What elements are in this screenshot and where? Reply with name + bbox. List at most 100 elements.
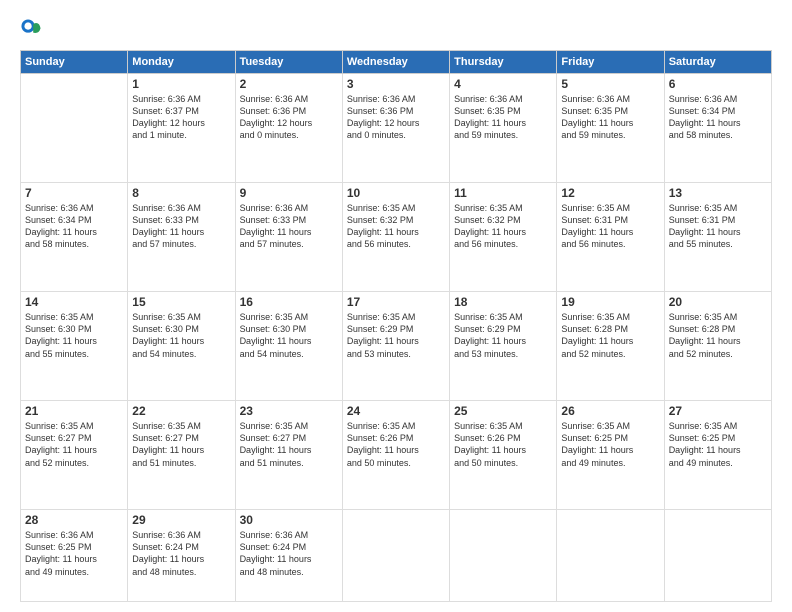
week-row-1: 7 Sunrise: 6:36 AM Sunset: 6:34 PM Daylig… xyxy=(21,183,772,292)
day-cell: 20 Sunrise: 6:35 AM Sunset: 6:28 PM Dayli… xyxy=(664,292,771,401)
day-number: 5 xyxy=(561,77,659,91)
day-info: Sunrise: 6:35 AM Sunset: 6:25 PM Dayligh… xyxy=(561,420,659,469)
day-info: Sunrise: 6:35 AM Sunset: 6:31 PM Dayligh… xyxy=(669,202,767,251)
day-cell: 17 Sunrise: 6:35 AM Sunset: 6:29 PM Dayli… xyxy=(342,292,449,401)
day-cell: 2Sunrise: 6:36 AM Sunset: 6:36 PM Daylig… xyxy=(235,74,342,183)
day-number: 8 xyxy=(132,186,230,200)
header-sunday: Sunday xyxy=(21,51,128,74)
header-wednesday: Wednesday xyxy=(342,51,449,74)
day-info: Sunrise: 6:35 AM Sunset: 6:25 PM Dayligh… xyxy=(669,420,767,469)
day-cell: 29 Sunrise: 6:36 AM Sunset: 6:24 PM Dayli… xyxy=(128,510,235,602)
header-tuesday: Tuesday xyxy=(235,51,342,74)
day-info: Sunrise: 6:35 AM Sunset: 6:32 PM Dayligh… xyxy=(454,202,552,251)
day-number: 11 xyxy=(454,186,552,200)
day-info: Sunrise: 6:36 AM Sunset: 6:25 PM Dayligh… xyxy=(25,529,123,578)
day-cell: 8 Sunrise: 6:36 AM Sunset: 6:33 PM Daylig… xyxy=(128,183,235,292)
day-cell: 22 Sunrise: 6:35 AM Sunset: 6:27 PM Dayli… xyxy=(128,401,235,510)
day-number: 3 xyxy=(347,77,445,91)
day-number: 14 xyxy=(25,295,123,309)
page: SundayMondayTuesdayWednesdayThursdayFrid… xyxy=(0,0,792,612)
day-info: Sunrise: 6:36 AM Sunset: 6:34 PM Dayligh… xyxy=(669,93,767,142)
day-number: 16 xyxy=(240,295,338,309)
day-info: Sunrise: 6:35 AM Sunset: 6:27 PM Dayligh… xyxy=(132,420,230,469)
day-number: 6 xyxy=(669,77,767,91)
day-cell: 23 Sunrise: 6:35 AM Sunset: 6:27 PM Dayli… xyxy=(235,401,342,510)
day-cell: 19Sunrise: 6:35 AM Sunset: 6:28 PM Dayli… xyxy=(557,292,664,401)
day-cell xyxy=(450,510,557,602)
day-info: Sunrise: 6:35 AM Sunset: 6:26 PM Dayligh… xyxy=(347,420,445,469)
day-number: 20 xyxy=(669,295,767,309)
header-saturday: Saturday xyxy=(664,51,771,74)
day-number: 1 xyxy=(132,77,230,91)
day-info: Sunrise: 6:35 AM Sunset: 6:30 PM Dayligh… xyxy=(132,311,230,360)
week-row-3: 21 Sunrise: 6:35 AM Sunset: 6:27 PM Dayli… xyxy=(21,401,772,510)
day-info: Sunrise: 6:36 AM Sunset: 6:34 PM Dayligh… xyxy=(25,202,123,251)
day-number: 12 xyxy=(561,186,659,200)
day-number: 10 xyxy=(347,186,445,200)
day-cell: 25 Sunrise: 6:35 AM Sunset: 6:26 PM Dayli… xyxy=(450,401,557,510)
day-number: 22 xyxy=(132,404,230,418)
day-info: Sunrise: 6:35 AM Sunset: 6:27 PM Dayligh… xyxy=(25,420,123,469)
day-cell xyxy=(21,74,128,183)
day-cell xyxy=(557,510,664,602)
logo-icon xyxy=(20,18,42,40)
day-cell: 7 Sunrise: 6:36 AM Sunset: 6:34 PM Daylig… xyxy=(21,183,128,292)
day-cell: 9Sunrise: 6:36 AM Sunset: 6:33 PM Daylig… xyxy=(235,183,342,292)
day-cell: 15Sunrise: 6:35 AM Sunset: 6:30 PM Dayli… xyxy=(128,292,235,401)
day-info: Sunrise: 6:36 AM Sunset: 6:36 PM Dayligh… xyxy=(240,93,338,142)
day-info: Sunrise: 6:36 AM Sunset: 6:24 PM Dayligh… xyxy=(132,529,230,578)
day-cell: 5 Sunrise: 6:36 AM Sunset: 6:35 PM Daylig… xyxy=(557,74,664,183)
day-number: 26 xyxy=(561,404,659,418)
week-row-2: 14 Sunrise: 6:35 AM Sunset: 6:30 PM Dayli… xyxy=(21,292,772,401)
day-info: Sunrise: 6:35 AM Sunset: 6:30 PM Dayligh… xyxy=(25,311,123,360)
day-cell: 18 Sunrise: 6:35 AM Sunset: 6:29 PM Dayli… xyxy=(450,292,557,401)
day-cell: 13 Sunrise: 6:35 AM Sunset: 6:31 PM Dayli… xyxy=(664,183,771,292)
logo xyxy=(20,18,46,40)
day-number: 29 xyxy=(132,513,230,527)
day-cell: 27Sunrise: 6:35 AM Sunset: 6:25 PM Dayli… xyxy=(664,401,771,510)
day-number: 19 xyxy=(561,295,659,309)
day-info: Sunrise: 6:35 AM Sunset: 6:29 PM Dayligh… xyxy=(347,311,445,360)
day-info: Sunrise: 6:36 AM Sunset: 6:36 PM Dayligh… xyxy=(347,93,445,142)
day-info: Sunrise: 6:35 AM Sunset: 6:30 PM Dayligh… xyxy=(240,311,338,360)
day-cell: 28 Sunrise: 6:36 AM Sunset: 6:25 PM Dayli… xyxy=(21,510,128,602)
day-info: Sunrise: 6:35 AM Sunset: 6:29 PM Dayligh… xyxy=(454,311,552,360)
day-cell: 21 Sunrise: 6:35 AM Sunset: 6:27 PM Dayli… xyxy=(21,401,128,510)
day-number: 25 xyxy=(454,404,552,418)
header-monday: Monday xyxy=(128,51,235,74)
day-cell: 10 Sunrise: 6:35 AM Sunset: 6:32 PM Dayli… xyxy=(342,183,449,292)
day-cell: 12 Sunrise: 6:35 AM Sunset: 6:31 PM Dayli… xyxy=(557,183,664,292)
day-number: 18 xyxy=(454,295,552,309)
header-row: SundayMondayTuesdayWednesdayThursdayFrid… xyxy=(21,51,772,74)
day-info: Sunrise: 6:35 AM Sunset: 6:26 PM Dayligh… xyxy=(454,420,552,469)
day-number: 30 xyxy=(240,513,338,527)
day-info: Sunrise: 6:35 AM Sunset: 6:32 PM Dayligh… xyxy=(347,202,445,251)
calendar: SundayMondayTuesdayWednesdayThursdayFrid… xyxy=(20,50,772,602)
day-info: Sunrise: 6:36 AM Sunset: 6:35 PM Dayligh… xyxy=(561,93,659,142)
day-number: 7 xyxy=(25,186,123,200)
day-cell: 1Sunrise: 6:36 AM Sunset: 6:37 PM Daylig… xyxy=(128,74,235,183)
header xyxy=(20,18,772,40)
day-cell: 16 Sunrise: 6:35 AM Sunset: 6:30 PM Dayli… xyxy=(235,292,342,401)
day-info: Sunrise: 6:36 AM Sunset: 6:33 PM Dayligh… xyxy=(240,202,338,251)
day-number: 28 xyxy=(25,513,123,527)
day-cell xyxy=(664,510,771,602)
day-info: Sunrise: 6:35 AM Sunset: 6:31 PM Dayligh… xyxy=(561,202,659,251)
day-info: Sunrise: 6:36 AM Sunset: 6:24 PM Dayligh… xyxy=(240,529,338,578)
day-number: 13 xyxy=(669,186,767,200)
day-number: 4 xyxy=(454,77,552,91)
week-row-0: 1Sunrise: 6:36 AM Sunset: 6:37 PM Daylig… xyxy=(21,74,772,183)
day-info: Sunrise: 6:36 AM Sunset: 6:35 PM Dayligh… xyxy=(454,93,552,142)
day-info: Sunrise: 6:35 AM Sunset: 6:27 PM Dayligh… xyxy=(240,420,338,469)
day-cell: 30 Sunrise: 6:36 AM Sunset: 6:24 PM Dayli… xyxy=(235,510,342,602)
day-number: 21 xyxy=(25,404,123,418)
day-cell: 4 Sunrise: 6:36 AM Sunset: 6:35 PM Daylig… xyxy=(450,74,557,183)
day-cell: 24Sunrise: 6:35 AM Sunset: 6:26 PM Dayli… xyxy=(342,401,449,510)
day-cell: 26 Sunrise: 6:35 AM Sunset: 6:25 PM Dayli… xyxy=(557,401,664,510)
day-number: 23 xyxy=(240,404,338,418)
day-info: Sunrise: 6:35 AM Sunset: 6:28 PM Dayligh… xyxy=(669,311,767,360)
day-cell: 11 Sunrise: 6:35 AM Sunset: 6:32 PM Dayli… xyxy=(450,183,557,292)
day-info: Sunrise: 6:36 AM Sunset: 6:33 PM Dayligh… xyxy=(132,202,230,251)
day-cell: 14 Sunrise: 6:35 AM Sunset: 6:30 PM Dayli… xyxy=(21,292,128,401)
day-number: 17 xyxy=(347,295,445,309)
